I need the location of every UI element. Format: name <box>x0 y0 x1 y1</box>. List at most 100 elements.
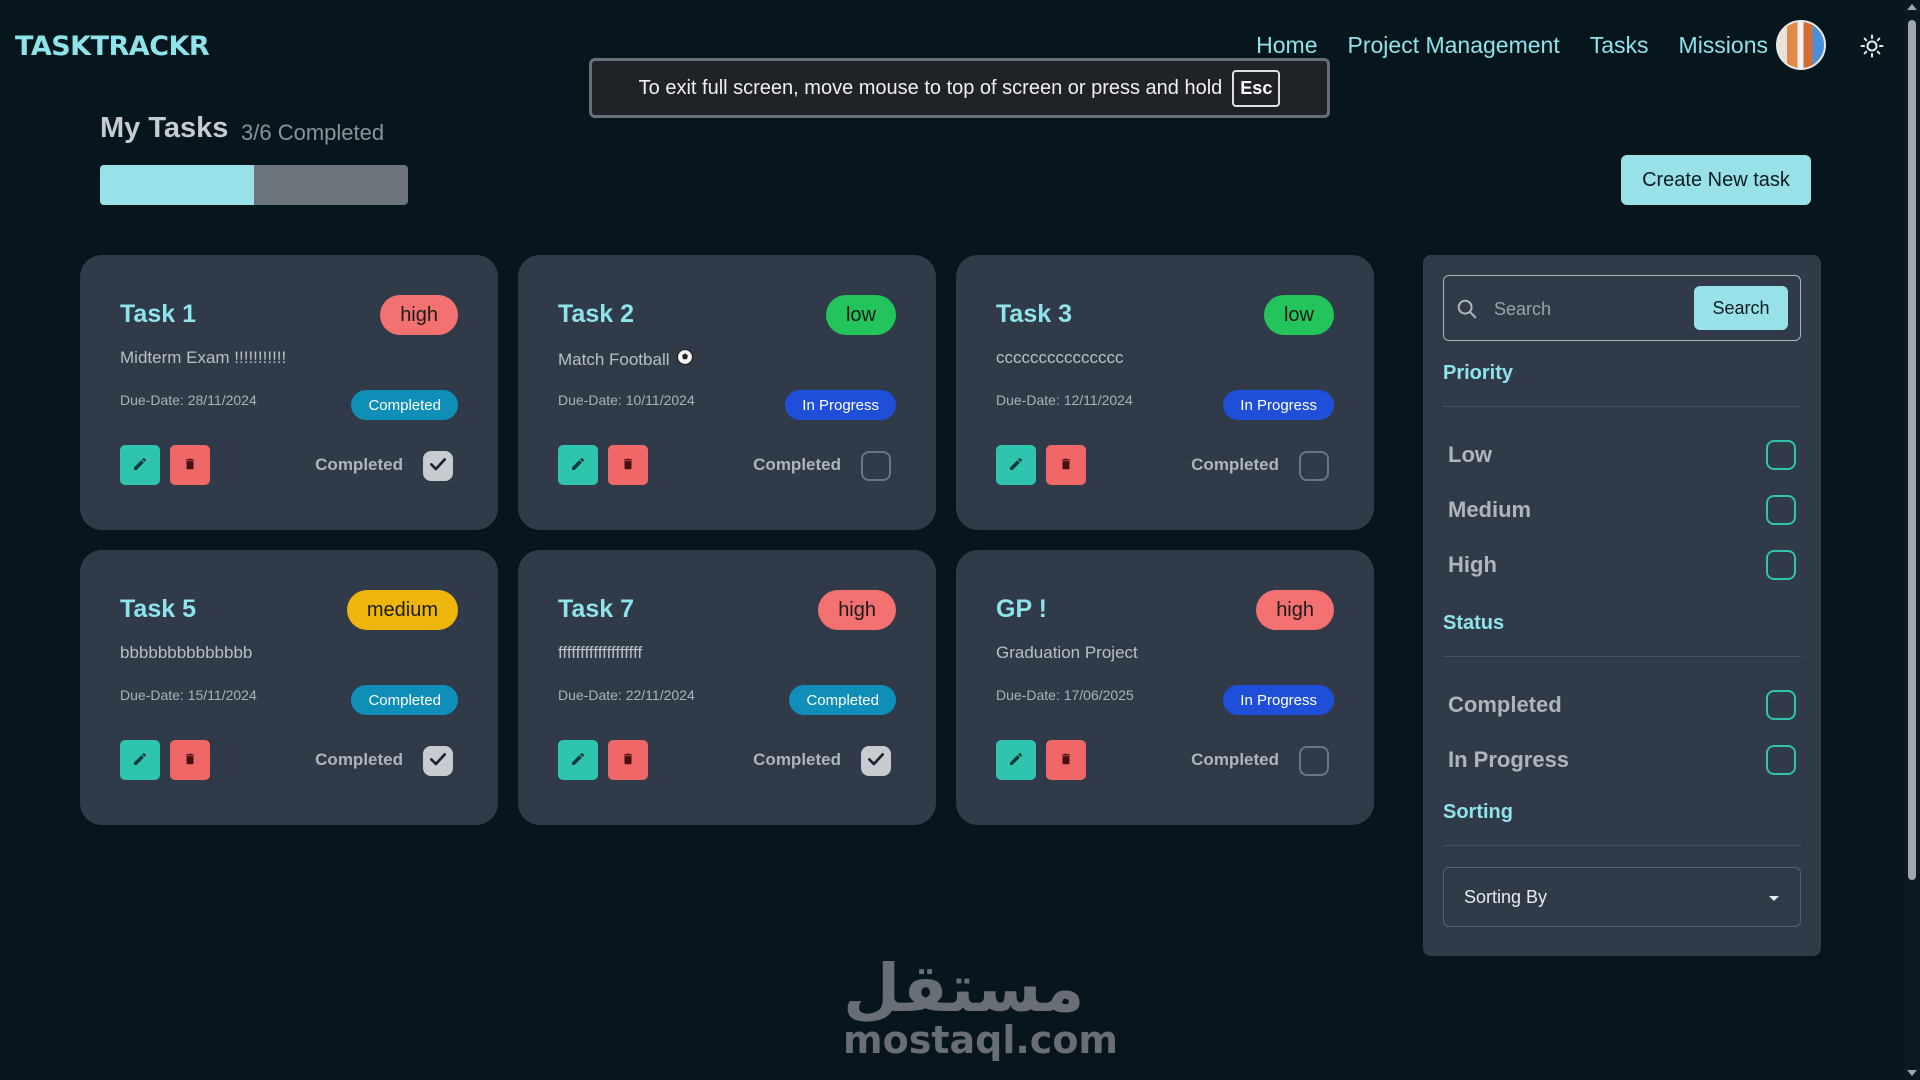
completed-label: Completed <box>1191 455 1279 474</box>
create-task-button[interactable]: Create New task <box>1621 155 1811 205</box>
delete-button[interactable] <box>1046 445 1086 485</box>
completed-checkbox[interactable] <box>1299 746 1329 776</box>
toast-message: To exit full screen, move mouse to top o… <box>638 76 1223 99</box>
task-description: Match Football <box>558 348 694 371</box>
edit-button[interactable] <box>558 445 598 485</box>
task-title[interactable]: GP ! <box>996 595 1047 624</box>
priority-low-label: Low <box>1448 442 1492 467</box>
edit-button[interactable] <box>120 740 160 780</box>
main-nav: Home Project Management Tasks Missions <box>1256 32 1768 59</box>
due-date: Due-Date: 10/11/2024 <box>558 392 695 408</box>
scroll-down-arrow[interactable] <box>1907 1070 1917 1076</box>
watermark-latin: mostaql.com <box>843 1018 1119 1062</box>
edit-button[interactable] <box>120 445 160 485</box>
task-description-text: Match Football <box>558 349 670 369</box>
caret-down-icon <box>1768 887 1780 908</box>
scroll-thumb[interactable] <box>1908 20 1916 880</box>
priority-badge: high <box>818 590 896 630</box>
task-description: fffffffffffffffffff <box>558 643 642 663</box>
completed-checkbox[interactable] <box>423 746 453 776</box>
priority-badge: low <box>1263 295 1334 335</box>
progress-fill <box>100 165 254 205</box>
task-description: bbbbbbbbbbbbbb <box>120 643 252 663</box>
status-completed-label: Completed <box>1448 692 1562 717</box>
pencil-icon <box>1008 456 1024 475</box>
task-description-text: bbbbbbbbbbbbbb <box>120 643 253 662</box>
completed-checkbox[interactable] <box>861 746 891 776</box>
status-inprogress-label: In Progress <box>1448 747 1570 772</box>
pencil-icon <box>1008 751 1024 770</box>
priority-badge: low <box>825 295 896 335</box>
search-button[interactable]: Search <box>1694 286 1788 330</box>
page-scrollbar[interactable] <box>1904 0 1920 1080</box>
task-description: ccccccccccccccc <box>996 348 1124 368</box>
delete-button[interactable] <box>170 445 210 485</box>
esc-key: Esc <box>1232 69 1281 107</box>
nav-project-management[interactable]: Project Management <box>1348 32 1560 59</box>
trash-icon <box>183 456 197 475</box>
priority-medium-label: Medium <box>1448 497 1532 522</box>
task-title[interactable]: Task 7 <box>558 595 634 624</box>
status-badge: In Progress <box>1223 685 1334 715</box>
edit-button[interactable] <box>996 740 1036 780</box>
task-description: Midterm Exam !!!!!!!!!!! <box>120 348 286 368</box>
nav-missions[interactable]: Missions <box>1679 32 1768 59</box>
task-card: Task 2 low Match Football Due-Date: 10/1… <box>518 255 936 530</box>
search-box: Search <box>1443 275 1801 341</box>
status-inprogress-checkbox[interactable] <box>1766 745 1796 775</box>
completed-checkbox[interactable] <box>1299 451 1329 481</box>
trash-icon <box>1059 456 1073 475</box>
completed-checkbox[interactable] <box>861 451 891 481</box>
edit-button[interactable] <box>996 445 1036 485</box>
task-title[interactable]: Task 3 <box>996 300 1072 329</box>
sorting-divider <box>1443 845 1801 846</box>
priority-high-checkbox[interactable] <box>1766 550 1796 580</box>
watermark-arabic: مستقل <box>843 950 1085 1027</box>
task-description-text: ccccccccccccccc <box>996 348 1124 367</box>
page-title: My Tasks <box>100 112 229 144</box>
status-completed-checkbox[interactable] <box>1766 690 1796 720</box>
delete-button[interactable] <box>1046 740 1086 780</box>
task-grid: Task 1 high Midterm Exam !!!!!!!!!!! Due… <box>80 255 1374 825</box>
avatar[interactable] <box>1776 20 1826 70</box>
scroll-up-arrow[interactable] <box>1907 4 1917 10</box>
completed-label: Completed <box>315 750 403 769</box>
priority-medium-checkbox[interactable] <box>1766 495 1796 525</box>
priority-low-checkbox[interactable] <box>1766 440 1796 470</box>
sorting-select[interactable]: Sorting By <box>1443 867 1801 927</box>
search-input[interactable] <box>1494 294 1684 324</box>
completed-label: Completed <box>753 455 841 474</box>
delete-button[interactable] <box>608 445 648 485</box>
priority-badge: high <box>380 295 458 335</box>
task-card: Task 1 high Midterm Exam !!!!!!!!!!! Due… <box>80 255 498 530</box>
completed-label: Completed <box>1191 750 1279 769</box>
task-description-text: Midterm Exam !!!!!!!!!!! <box>120 348 287 367</box>
completion-count: 3/6 Completed <box>241 120 385 145</box>
sun-icon[interactable] <box>1858 32 1886 60</box>
sorting-value: Sorting By <box>1464 886 1548 907</box>
trash-icon <box>183 751 197 770</box>
nav-tasks[interactable]: Tasks <box>1590 32 1649 59</box>
task-title[interactable]: Task 1 <box>120 300 196 329</box>
edit-button[interactable] <box>558 740 598 780</box>
delete-button[interactable] <box>608 740 648 780</box>
completed-label: Completed <box>315 455 403 474</box>
task-description: Graduation Project <box>996 643 1138 663</box>
search-icon <box>1456 298 1478 325</box>
completed-label: Completed <box>753 750 841 769</box>
task-description-text: Graduation Project <box>996 643 1138 662</box>
app-logo[interactable]: TASKTRACKR <box>15 31 210 62</box>
trash-icon <box>621 456 635 475</box>
due-date: Due-Date: 17/06/2025 <box>996 687 1134 703</box>
filter-sidebar: Search Priority Low Medium High Status C… <box>1423 255 1821 956</box>
completed-checkbox[interactable] <box>423 451 453 481</box>
task-title[interactable]: Task 5 <box>120 595 196 624</box>
status-badge: Completed <box>789 685 896 715</box>
task-card: Task 3 low ccccccccccccccc Due-Date: 12/… <box>956 255 1374 530</box>
nav-home[interactable]: Home <box>1256 32 1317 59</box>
trash-icon <box>621 751 635 770</box>
task-title[interactable]: Task 2 <box>558 300 634 329</box>
delete-button[interactable] <box>170 740 210 780</box>
soccer-ball-icon <box>676 348 694 371</box>
pencil-icon <box>570 456 586 475</box>
